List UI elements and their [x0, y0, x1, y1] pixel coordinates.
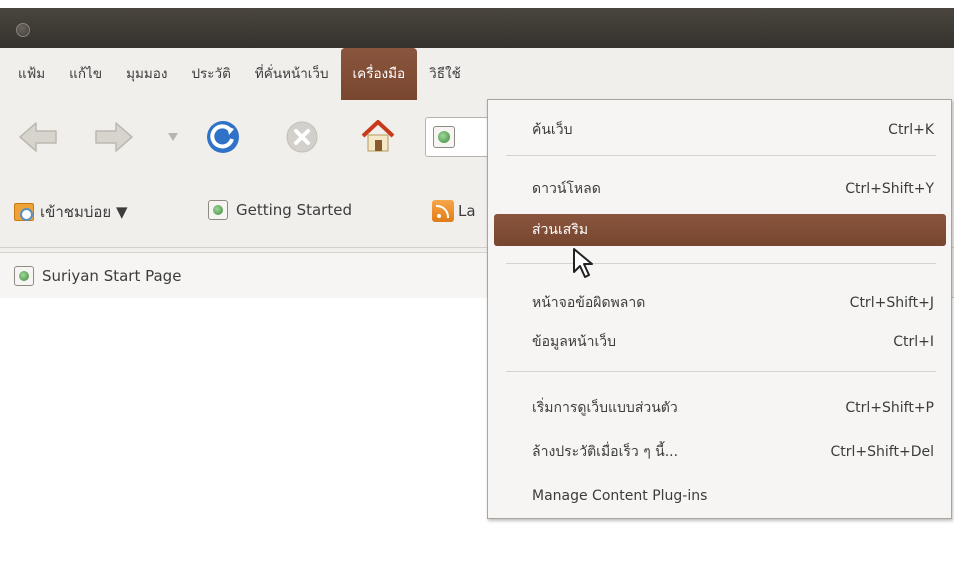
menu-item-manage-content-plugins[interactable]: Manage Content Plug-ins: [494, 480, 946, 512]
menu-item-shortcut: Ctrl+I: [893, 334, 934, 350]
stop-icon[interactable]: [285, 120, 319, 154]
menu-item-page-info[interactable]: ข้อมูลหน้าเว็บ Ctrl+I: [494, 326, 946, 358]
menu-file[interactable]: แฟ้ม: [6, 48, 57, 100]
menu-item-label: ล้างประวัติเมื่อเร็ว ๆ นี้...: [532, 444, 679, 460]
menu-item-downloads[interactable]: ดาวน์โหลด Ctrl+Shift+Y: [494, 173, 946, 205]
menu-edit[interactable]: แก้ไข: [57, 48, 114, 100]
menu-separator: [506, 155, 936, 156]
menu-item-web-search[interactable]: ค้นเว็บ Ctrl+K: [494, 114, 946, 146]
mouse-pointer-icon: [573, 248, 593, 278]
smart-folder-icon: [14, 203, 34, 221]
menu-view[interactable]: มุมมอง: [114, 48, 179, 100]
menu-item-error-console[interactable]: หน้าจอข้อผิดพลาด Ctrl+Shift+J: [494, 287, 946, 319]
menu-item-clear-recent-history[interactable]: ล้างประวัติเมื่อเร็ว ๆ นี้... Ctrl+Shift…: [494, 436, 946, 468]
menu-bookmarks[interactable]: ที่คั่นหน้าเว็บ: [243, 48, 341, 100]
tab-suriyan-start-page[interactable]: Suriyan Start Page: [0, 252, 490, 298]
menu-item-shortcut: Ctrl+Shift+J: [849, 295, 934, 311]
history-dropdown-icon[interactable]: [167, 132, 179, 142]
menu-item-label: ค้นเว็บ: [532, 122, 573, 138]
bookmark-most-visited[interactable]: เข้าชมบ่อย ▼: [14, 200, 128, 224]
rss-icon: [432, 200, 454, 222]
menu-item-private-browsing[interactable]: เริ่มการดูเว็บแบบส่วนตัว Ctrl+Shift+P: [494, 392, 946, 424]
menu-item-shortcut: Ctrl+K: [888, 122, 934, 138]
tab-title: Suriyan Start Page: [42, 266, 182, 285]
menu-item-label: ดาวน์โหลด: [532, 181, 601, 197]
menu-item-shortcut: Ctrl+Shift+Del: [830, 444, 934, 460]
home-icon[interactable]: [360, 118, 396, 154]
bookmark-label: เข้าชมบ่อย ▼: [40, 203, 128, 221]
site-favicon-icon: [433, 126, 455, 148]
menu-item-label: ส่วนเสริม: [532, 222, 589, 238]
menu-item-label: Manage Content Plug-ins: [532, 488, 708, 504]
menu-tools[interactable]: เครื่องมือ: [340, 48, 418, 100]
bookmark-label: Getting Started: [236, 201, 352, 219]
page-icon: [14, 265, 34, 286]
menu-item-label: ข้อมูลหน้าเว็บ: [532, 334, 616, 350]
menu-separator: [506, 371, 936, 372]
page-icon: [208, 200, 228, 220]
menu-help[interactable]: วิธีใช้: [417, 48, 473, 100]
tools-menu-dropdown: ค้นเว็บ Ctrl+K ดาวน์โหลด Ctrl+Shift+Y ส่…: [487, 99, 952, 519]
bookmark-latest-headlines[interactable]: La: [432, 200, 476, 222]
forward-arrow-icon[interactable]: [94, 120, 134, 154]
menu-item-label: หน้าจอข้อผิดพลาด: [532, 295, 646, 311]
menu-item-shortcut: Ctrl+Shift+P: [845, 400, 934, 416]
bookmark-getting-started[interactable]: Getting Started: [208, 200, 352, 220]
window-close-button[interactable]: [16, 23, 30, 37]
back-arrow-icon[interactable]: [18, 120, 58, 154]
window-titlebar: [0, 0, 954, 48]
menu-history[interactable]: ประวัติ: [179, 48, 242, 100]
menu-item-label: เริ่มการดูเว็บแบบส่วนตัว: [532, 400, 678, 416]
menubar: แฟ้ม แก้ไข มุมมอง ประวัติ ที่คั่นหน้าเว็…: [0, 48, 954, 100]
reload-icon[interactable]: [206, 120, 240, 154]
bookmark-label: La: [458, 202, 476, 220]
menu-item-add-ons[interactable]: ส่วนเสริม: [494, 214, 946, 246]
menu-item-shortcut: Ctrl+Shift+Y: [845, 181, 934, 197]
